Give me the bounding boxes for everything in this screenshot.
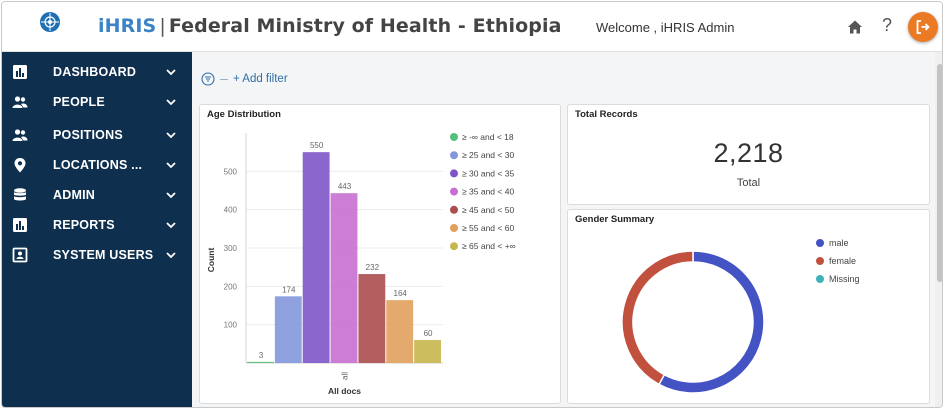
- bar-value-label: 164: [394, 289, 408, 298]
- legend-swatch: [816, 257, 824, 265]
- sidebar-item-label: DASHBOARD: [53, 65, 137, 79]
- app-window: iHRIS | Federal Ministry of Health - Ethio…: [1, 1, 943, 408]
- legend-swatch: [450, 133, 458, 141]
- sidebar-item-label: SYSTEM USERS: [53, 248, 154, 262]
- legend-label: ≥ 45 and < 50: [462, 205, 514, 215]
- bar: [414, 340, 441, 363]
- legend-label: female: [829, 256, 856, 266]
- sidebar-item-label: REPORTS: [53, 218, 115, 232]
- organization-name: Federal Ministry of Health - Ethiopia: [168, 15, 562, 37]
- bar: [330, 193, 358, 363]
- database-icon: [14, 188, 26, 201]
- home-icon[interactable]: [845, 17, 865, 37]
- sidebar-item-admin[interactable]: ADMIN: [2, 183, 192, 207]
- add-filter-link[interactable]: + Add filter: [233, 73, 288, 85]
- legend-swatch: [450, 151, 458, 160]
- sidebar-item-label: PEOPLE: [53, 95, 105, 109]
- logout-icon: [916, 20, 930, 34]
- legend-swatch: [450, 224, 458, 232]
- bar-value-label: 3: [259, 351, 264, 360]
- legend-label: Missing: [829, 274, 860, 284]
- bar: [358, 274, 386, 363]
- sidebar-item-system-users[interactable]: SYSTEM USERS: [2, 243, 192, 267]
- legend-label: ≥ 65 and < +∞: [462, 241, 516, 251]
- chevron-down-icon: [166, 192, 176, 199]
- sidebar-item-locations[interactable]: LOCATIONS ...: [2, 153, 192, 177]
- logout-button[interactable]: [908, 12, 938, 42]
- bar: [302, 152, 330, 363]
- people-icon: [12, 96, 28, 108]
- id-card-icon: [12, 247, 28, 263]
- total-records-value: 2,218: [713, 138, 784, 168]
- total-records-panel: Total Records 2,218 Total: [567, 104, 930, 205]
- bar: [247, 361, 274, 363]
- y-tick-label: 200: [224, 282, 238, 291]
- legend-swatch: [816, 275, 824, 283]
- title-separator: |: [159, 15, 166, 37]
- age-distribution-chart: 100 200 300 400 500 3 174 550 443 232 164 60 all All …: [206, 132, 516, 396]
- sidebar-item-people[interactable]: PEOPLE: [2, 90, 192, 114]
- page-title: iHRIS | Federal Ministry of Health - Ethio…: [98, 15, 562, 37]
- sidebar-item-dashboard[interactable]: DASHBOARD: [2, 60, 192, 84]
- sidebar-item-positions[interactable]: POSITIONS: [2, 123, 192, 147]
- bar-value-label: 60: [424, 329, 433, 338]
- legend-swatch: [450, 187, 458, 196]
- bar-value-label: 232: [366, 263, 380, 272]
- donut-slice: [621, 250, 694, 386]
- gender-summary-panel: Gender Summary male female Missing: [567, 209, 930, 404]
- panel-title: Total Records: [575, 109, 638, 120]
- chevron-down-icon: [166, 99, 176, 106]
- y-tick-label: 500: [224, 167, 238, 176]
- chevron-down-icon: [166, 162, 176, 169]
- brand-name: iHRIS: [98, 15, 157, 37]
- legend-swatch: [816, 239, 824, 247]
- bar-value-label: 174: [282, 285, 296, 294]
- scrollbar-thumb[interactable]: [937, 64, 942, 282]
- bar: [386, 300, 414, 363]
- filter-divider: [220, 79, 228, 80]
- sidebar-item-label: LOCATIONS ...: [53, 158, 143, 172]
- main-content: + Add filter Age Distribution 100 200 300 4…: [192, 52, 935, 407]
- sidebar: DASHBOARD PEOPLE POSITIONS LOCATIONS ...…: [2, 52, 192, 407]
- chevron-down-icon: [166, 132, 176, 139]
- legend-label: ≥ 25 and < 30: [462, 150, 514, 160]
- chevron-down-icon: [166, 69, 176, 76]
- x-axis-label: All docs: [328, 386, 361, 396]
- legend-label: ≥ 35 and < 40: [462, 187, 514, 197]
- bar-value-label: 550: [310, 141, 324, 150]
- top-header: iHRIS | Federal Ministry of Health - Ethio…: [2, 2, 942, 52]
- legend-label: male: [829, 238, 849, 248]
- y-tick-label: 100: [224, 321, 238, 330]
- legend-swatch: [450, 205, 458, 214]
- y-tick-label: 400: [224, 206, 238, 215]
- y-axis-label: Count: [206, 248, 216, 273]
- welcome-message: Welcome , iHRIS Admin: [596, 20, 735, 35]
- x-tick-label: all: [341, 372, 350, 380]
- legend-swatch: [450, 169, 458, 178]
- main-scrollbar[interactable]: [935, 52, 942, 407]
- sidebar-item-label: POSITIONS: [53, 128, 123, 142]
- filter-icon[interactable]: [201, 72, 215, 86]
- legend-label: ≥ -∞ and < 18: [462, 132, 514, 142]
- donut-slice: [658, 250, 765, 394]
- chevron-down-icon: [166, 252, 176, 259]
- legend-label: ≥ 30 and < 35: [462, 168, 514, 178]
- y-tick-label: 300: [224, 244, 238, 253]
- help-icon[interactable]: ?: [882, 15, 892, 36]
- bar-chart-icon: [13, 65, 27, 79]
- legend-label: ≥ 55 and < 60: [462, 223, 514, 233]
- sidebar-item-label: ADMIN: [53, 188, 95, 202]
- location-pin-icon: [14, 158, 26, 173]
- bar-chart-icon: [13, 218, 27, 232]
- people-icon: [12, 129, 28, 141]
- legend-swatch: [450, 242, 458, 251]
- total-records-label: Total: [736, 177, 761, 189]
- bar-value-label: 443: [338, 182, 352, 191]
- gender-summary-chart: male female Missing: [621, 238, 860, 394]
- age-distribution-panel: Age Distribution 100 200 300 400 500 3 174 550 4…: [199, 104, 561, 404]
- chevron-down-icon: [166, 222, 176, 229]
- ihris-logo[interactable]: [32, 10, 68, 44]
- bar: [274, 296, 302, 363]
- sidebar-item-reports[interactable]: REPORTS: [2, 213, 192, 237]
